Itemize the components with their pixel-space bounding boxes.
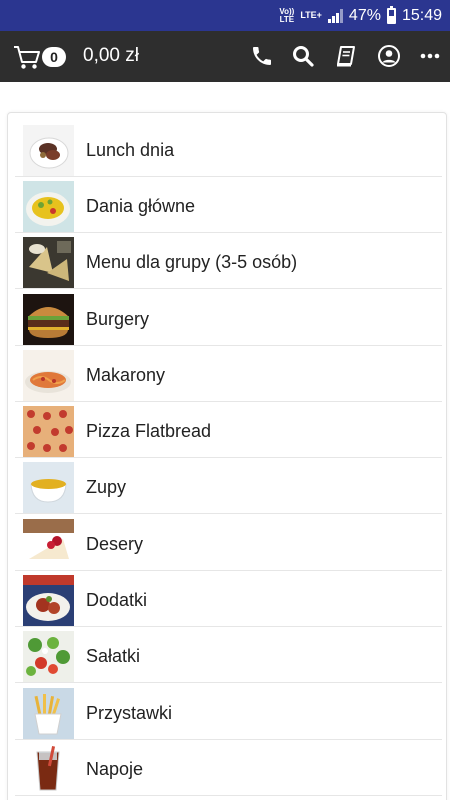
category-item-burgery[interactable]: Burgery [15,293,442,346]
category-item-desery[interactable]: Desery [15,518,442,571]
lunch-thumbnail [23,124,74,176]
category-item-dodatki[interactable]: Dodatki [15,574,442,627]
starters-thumbnail [23,687,74,739]
clock: 15:49 [401,6,442,24]
category-item-lunch-dnia[interactable]: Lunch dnia [15,124,442,177]
pizza-thumbnail [23,405,74,457]
category-label: Makarony [86,364,166,385]
category-item-makarony[interactable]: Makarony [15,349,442,402]
pasta-thumbnail [23,349,74,401]
category-label: Dania główne [86,195,196,216]
more-icon[interactable] [418,44,442,68]
salad-thumbnail [23,630,74,682]
category-label: Przystawki [86,702,173,723]
signal-icon [327,8,343,23]
category-label: Napoje [86,758,144,779]
cart-icon[interactable] [13,43,41,71]
search-icon[interactable] [291,44,315,68]
category-item-salatki[interactable]: Sałatki [15,630,442,683]
category-item-pizza-flatbread[interactable]: Pizza Flatbread [15,405,442,458]
battery-icon [386,5,396,24]
category-label: Dodatki [86,589,148,610]
category-item-przystawki[interactable]: Przystawki [15,687,442,740]
status-bar: Vo)) LTE LTE+ 47% 15:49 [0,0,450,31]
category-item-dania-glowne[interactable]: Dania główne [15,180,442,233]
category-label: Sałatki [86,645,141,666]
category-label: Burgery [86,308,150,329]
battery-percent: 47% [348,6,381,24]
volte-indicator: Vo)) LTE [279,6,295,24]
network-type: LTE+ [300,10,322,20]
phone-icon[interactable] [250,44,274,68]
category-item-zupy[interactable]: Zupy [15,461,442,514]
dessert-thumbnail [23,518,74,570]
category-item-napoje[interactable]: Napoje [15,743,442,796]
app-toolbar: 0 0,00 zł [0,31,450,82]
group-menu-thumbnail [23,236,74,288]
account-icon[interactable] [377,44,401,68]
sides-thumbnail [23,574,74,626]
burger-thumbnail [23,293,74,345]
category-list: Lunch dnia Dania główne Menu dla grupy (… [7,112,447,800]
cart-count-badge[interactable]: 0 [42,47,66,67]
category-label: Menu dla grupy (3-5 osób) [86,251,298,272]
category-label: Zupy [86,476,127,497]
category-item-menu-dla-grupy[interactable]: Menu dla grupy (3-5 osób) [15,236,442,289]
category-label: Lunch dnia [86,139,175,160]
category-label: Desery [86,533,144,554]
category-label: Pizza Flatbread [86,420,212,441]
soup-thumbnail [23,461,74,513]
drinks-thumbnail [23,743,74,795]
book-icon[interactable] [334,44,358,68]
cart-total[interactable]: 0,00 zł [83,45,139,67]
main-dishes-thumbnail [23,180,74,232]
